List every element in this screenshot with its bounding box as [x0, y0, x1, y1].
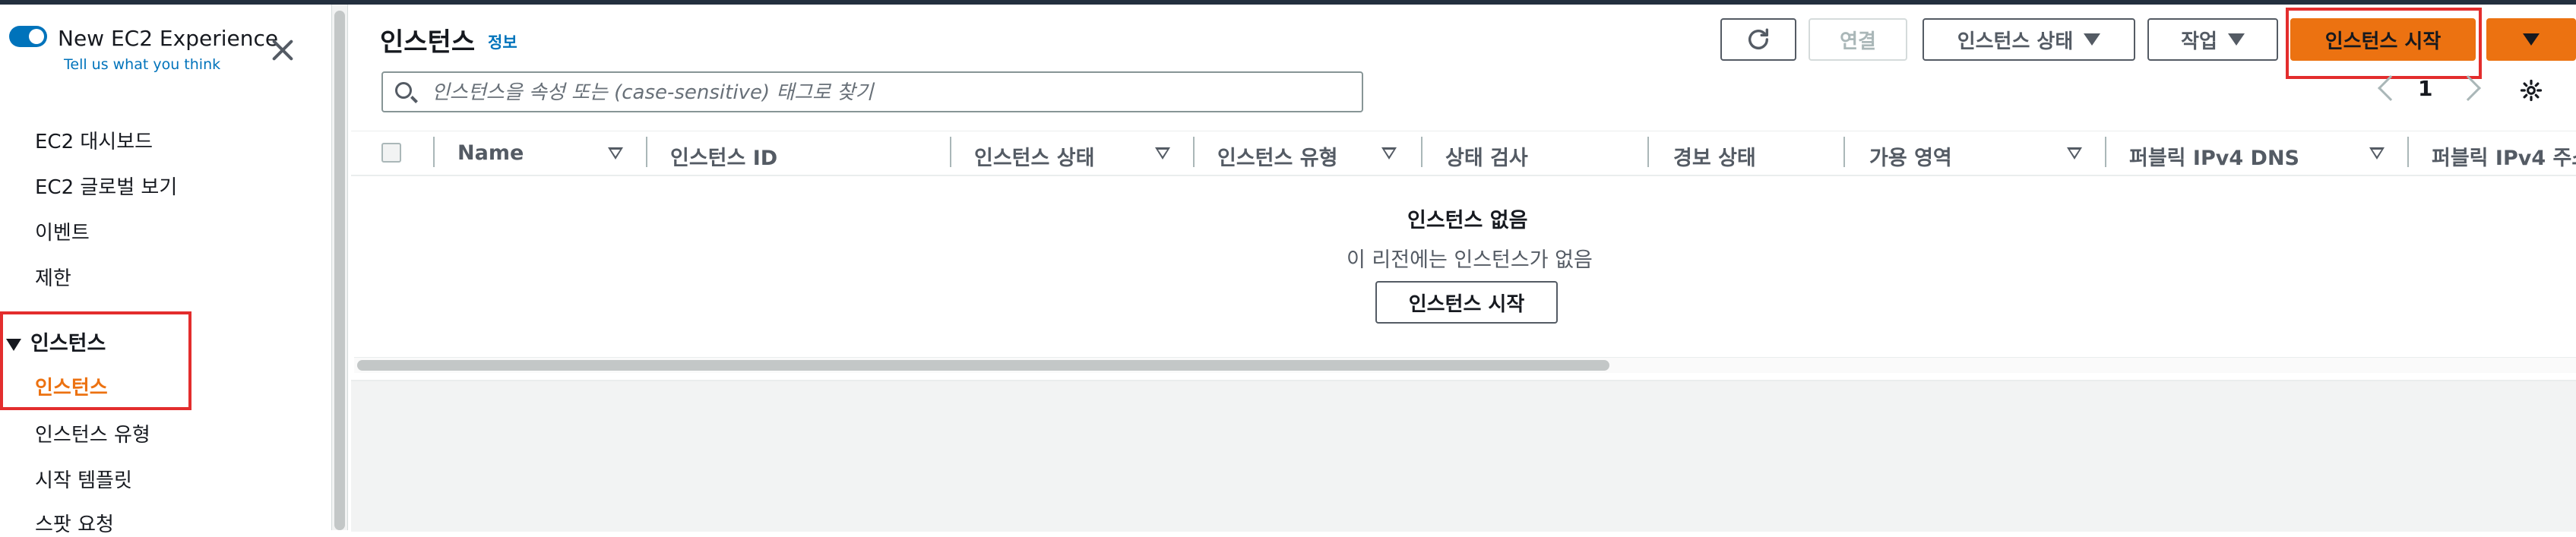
filter-icon[interactable]	[1155, 147, 1170, 160]
empty-launch-label: 인스턴스 시작	[1408, 292, 1525, 316]
horizontal-scrollbar-thumb[interactable]	[357, 360, 1609, 371]
caret-down-icon	[2523, 33, 2540, 46]
column-divider	[1421, 137, 1422, 167]
select-all-checkbox[interactable]	[381, 143, 401, 163]
column-divider	[646, 137, 647, 167]
column-divider	[1647, 137, 1649, 167]
column-header-status-check[interactable]: 상태 검사	[1445, 141, 1528, 171]
column-header-public-ipv4-address[interactable]: 퍼블릭 IPv4 주소	[2432, 141, 2576, 171]
search-input[interactable]	[430, 77, 1345, 108]
column-header-instance-type[interactable]: 인스턴스 유형	[1217, 141, 1337, 171]
gear-icon[interactable]	[2520, 79, 2543, 102]
column-divider	[2105, 137, 2106, 167]
column-divider	[2407, 137, 2409, 167]
sidebar-scrollbar-thumb[interactable]	[334, 11, 345, 530]
column-header-alarm-status[interactable]: 경보 상태	[1673, 141, 1756, 171]
nav-item-spot-requests[interactable]: 스팟 요청	[35, 509, 114, 537]
nav-item-launch-templates[interactable]: 시작 템플릿	[35, 465, 132, 493]
column-divider	[433, 137, 435, 167]
connect-label: 연결	[1840, 30, 1876, 53]
new-experience-toggle[interactable]	[9, 26, 47, 47]
details-pane	[351, 380, 2576, 532]
instance-state-dropdown[interactable]: 인스턴스 상태	[1923, 18, 2135, 61]
pager-page-number[interactable]: 1	[2418, 76, 2432, 101]
caret-down-icon	[2227, 33, 2245, 46]
launch-options-dropdown[interactable]	[2486, 18, 2576, 61]
empty-state-subtitle: 이 리전에는 인스턴스가 없음	[1347, 248, 1593, 272]
filter-icon[interactable]	[608, 147, 623, 160]
connect-button[interactable]: 연결	[1809, 18, 1907, 61]
column-divider	[1193, 137, 1195, 167]
close-icon[interactable]	[267, 35, 298, 65]
feedback-link[interactable]: Tell us what you think	[64, 56, 220, 73]
instance-state-label: 인스턴스 상태	[1957, 30, 2074, 53]
nav-item-instance-types[interactable]: 인스턴스 유형	[35, 419, 150, 447]
nav-item-limits[interactable]: 제한	[35, 263, 71, 291]
nav-item-events[interactable]: 이벤트	[35, 217, 90, 245]
refresh-icon	[1748, 28, 1769, 49]
column-divider	[950, 137, 951, 167]
column-header-availability-zone[interactable]: 가용 영역	[1869, 141, 1952, 171]
actions-dropdown[interactable]: 작업	[2147, 18, 2278, 61]
column-header-public-ipv4-dns[interactable]: 퍼블릭 IPv4 DNS	[2129, 141, 2299, 171]
filter-icon[interactable]	[1381, 147, 1397, 160]
empty-state-title: 인스턴스 없음	[1407, 209, 1528, 232]
actions-label: 작업	[2181, 30, 2217, 53]
refresh-button[interactable]	[1720, 18, 1796, 61]
empty-launch-instance-button[interactable]: 인스턴스 시작	[1375, 281, 1558, 324]
search-icon	[395, 82, 412, 99]
nav-item-ec2-dashboard[interactable]: EC2 대시보드	[35, 126, 153, 154]
column-header-instance-state[interactable]: 인스턴스 상태	[974, 141, 1094, 171]
column-header-instance-id[interactable]: 인스턴스 ID	[670, 141, 777, 171]
filter-icon[interactable]	[2067, 147, 2082, 160]
toggle-knob	[29, 29, 44, 44]
nav-item-ec2-global-view[interactable]: EC2 글로벌 보기	[35, 172, 177, 200]
highlight-box-sidebar	[0, 311, 191, 410]
info-link[interactable]: 정보	[488, 30, 517, 53]
highlight-box-launch	[2286, 8, 2482, 79]
experience-title: New EC2 Experience	[58, 26, 279, 51]
search-box[interactable]	[381, 71, 1363, 112]
page-title: 인스턴스	[380, 27, 476, 58]
caret-down-icon	[2084, 33, 2101, 46]
filter-icon[interactable]	[2369, 147, 2385, 160]
column-header-name[interactable]: Name	[457, 141, 524, 165]
column-divider	[1843, 137, 1845, 167]
